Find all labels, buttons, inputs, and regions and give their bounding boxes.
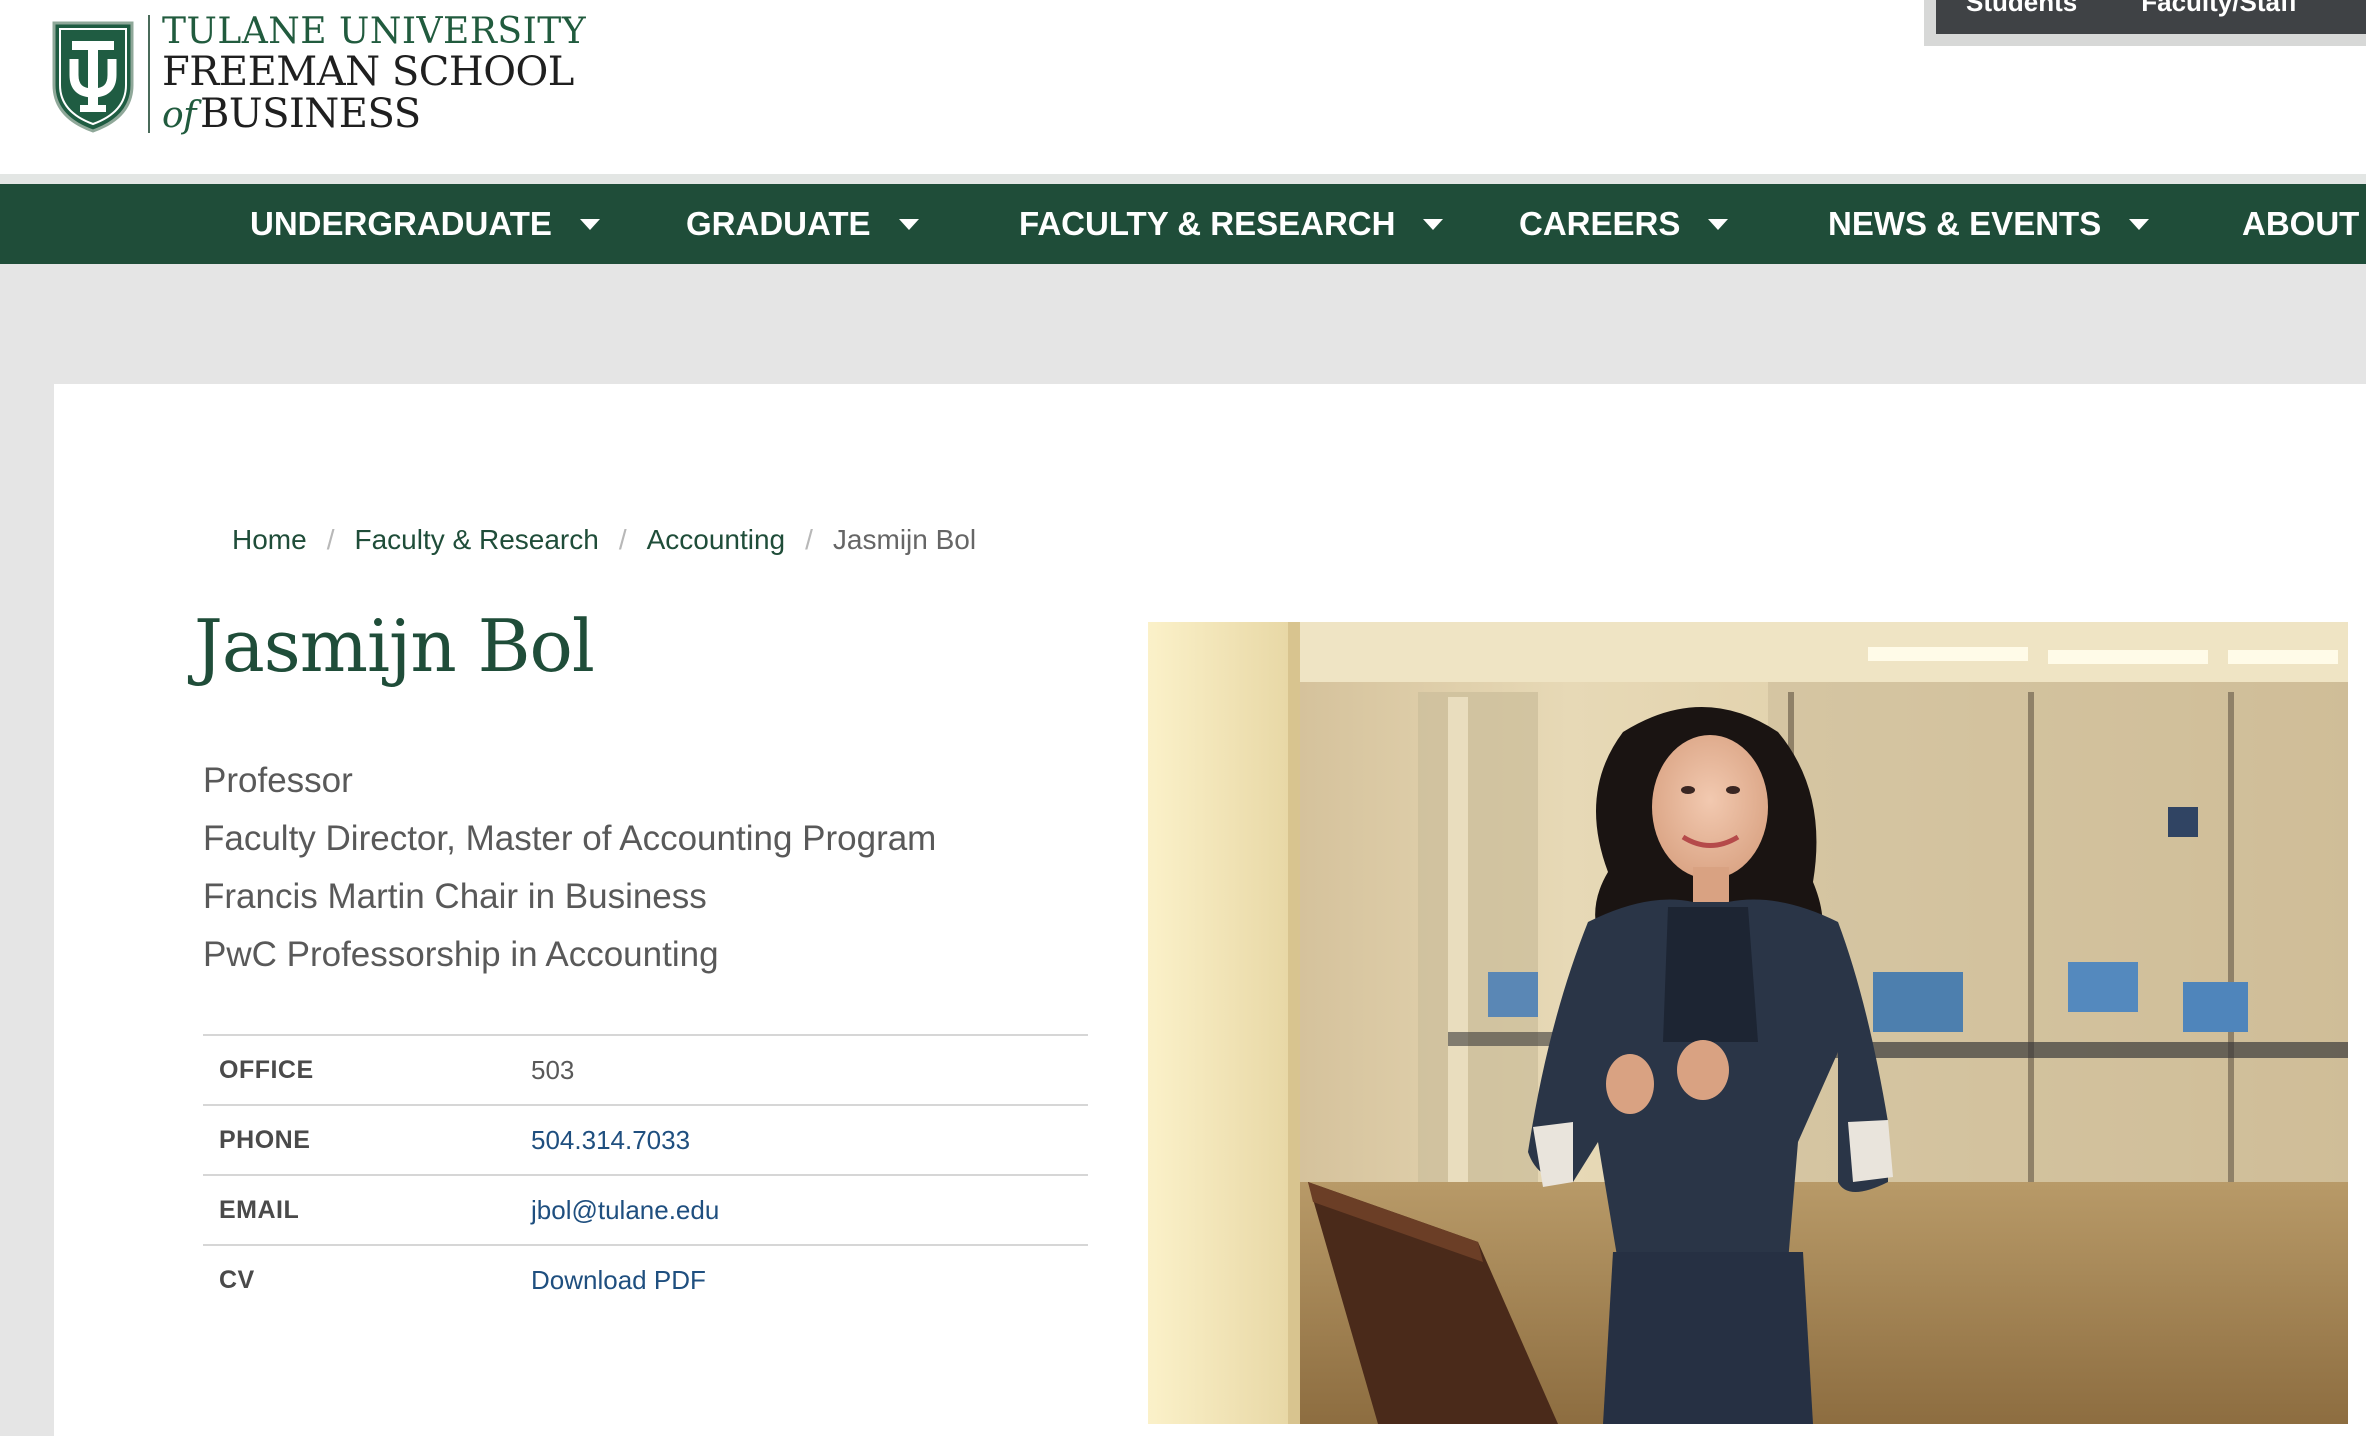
logo-wordmark: TULANE UNIVERSITY FREEMAN SCHOOL of BUSIN…: [162, 11, 587, 135]
contact-row-office: OFFICE 503: [203, 1035, 1088, 1105]
school-logo[interactable]: TULANE UNIVERSITY FREEMAN SCHOOL of BUSIN…: [50, 14, 586, 134]
title-item: Professor: [203, 761, 353, 800]
page-title: Jasmijn Bol: [194, 604, 595, 688]
caret-down-icon: [1708, 218, 1729, 230]
breadcrumb-accounting[interactable]: Accounting: [647, 524, 786, 556]
nav-item-graduate[interactable]: GRADUATE: [686, 184, 919, 264]
breadcrumb: Home / Faculty & Research / Accounting /…: [232, 524, 976, 556]
caret-down-icon: [579, 218, 600, 230]
phone-cell: 504.314.7033: [530, 1105, 1088, 1175]
breadcrumb-separator: /: [805, 524, 813, 555]
logo-business-line: of BUSINESS: [162, 94, 586, 134]
contact-label: PHONE: [219, 1125, 311, 1154]
profile-photo: [1148, 622, 2348, 1424]
utility-link-students[interactable]: Students: [1966, 0, 2077, 18]
contact-label: CV: [219, 1266, 255, 1294]
email-link[interactable]: jbol@tulane.edu: [531, 1195, 719, 1225]
breadcrumb-faculty-research[interactable]: Faculty & Research: [354, 524, 598, 556]
office-value: 503: [531, 1054, 575, 1085]
breadcrumb-separator: /: [326, 524, 335, 555]
contact-label: OFFICE: [219, 1055, 314, 1084]
main-nav: UNDERGRADUATE GRADUATE FACULTY & RESEARC…: [0, 174, 2366, 264]
nav-item-label: ABOUT: [2242, 205, 2360, 242]
contact-row-phone: PHONE 504.314.7033: [203, 1105, 1088, 1175]
nav-item-label: CAREERS: [1519, 205, 1681, 242]
utility-link-faculty-staff[interactable]: Faculty/Staff: [2141, 0, 2297, 18]
contact-table: OFFICE 503 PHONE 504.314.7033 EMAIL jbol…: [203, 1034, 1088, 1315]
cv-download-link[interactable]: Download PDF: [531, 1265, 706, 1295]
title-item: Faculty Director, Master of Accounting P…: [203, 819, 937, 858]
breadcrumb-separator: /: [618, 524, 627, 555]
title-item: Francis Martin Chair in Business: [203, 877, 707, 916]
nav-item-label: GRADUATE: [686, 205, 871, 242]
logo-of: of: [162, 95, 197, 136]
email-cell: jbol@tulane.edu: [530, 1175, 1088, 1245]
caret-down-icon: [1423, 218, 1444, 230]
nav-item-about[interactable]: ABOUT: [2242, 184, 2359, 264]
nav-item-faculty-research[interactable]: FACULTY & RESEARCH: [1019, 184, 1444, 264]
logo-school: FREEMAN SCHOOL: [162, 49, 574, 95]
nav-item-label: NEWS & EVENTS: [1828, 205, 2102, 242]
caret-down-icon: [898, 218, 919, 230]
nav-item-label: UNDERGRADUATE: [250, 205, 552, 242]
nav-item-news-events[interactable]: NEWS & EVENTS: [1828, 184, 2150, 264]
logo-university: TULANE UNIVERSITY: [162, 11, 587, 52]
profile-titles: Professor Faculty Director, Master of Ac…: [203, 752, 936, 984]
breadcrumb-current: Jasmijn Bol: [832, 524, 977, 555]
cv-cell: Download PDF: [530, 1245, 1088, 1315]
caret-down-icon: [2129, 218, 2150, 230]
breadcrumb-home[interactable]: Home: [232, 524, 307, 556]
utility-nav-bar: Students Faculty/Staff: [1936, 0, 2366, 34]
logo-business: BUSINESS: [200, 91, 421, 137]
contact-row-cv: CV Download PDF: [203, 1245, 1088, 1315]
contact-label: EMAIL: [219, 1195, 300, 1224]
nav-item-label: FACULTY & RESEARCH: [1019, 205, 1396, 242]
utility-nav: Students Faculty/Staff: [1924, 0, 2366, 46]
site-header: TULANE UNIVERSITY FREEMAN SCHOOL of BUSIN…: [0, 0, 2366, 174]
nav-item-careers[interactable]: CAREERS: [1519, 184, 1729, 264]
nav-item-undergraduate[interactable]: UNDERGRADUATE: [250, 184, 600, 264]
phone-link[interactable]: 504.314.7033: [531, 1125, 690, 1155]
logo-divider: [148, 15, 150, 133]
contact-row-email: EMAIL jbol@tulane.edu: [203, 1175, 1088, 1245]
tulane-shield-icon: [52, 21, 134, 133]
title-item: PwC Professorship in Accounting: [203, 935, 719, 974]
